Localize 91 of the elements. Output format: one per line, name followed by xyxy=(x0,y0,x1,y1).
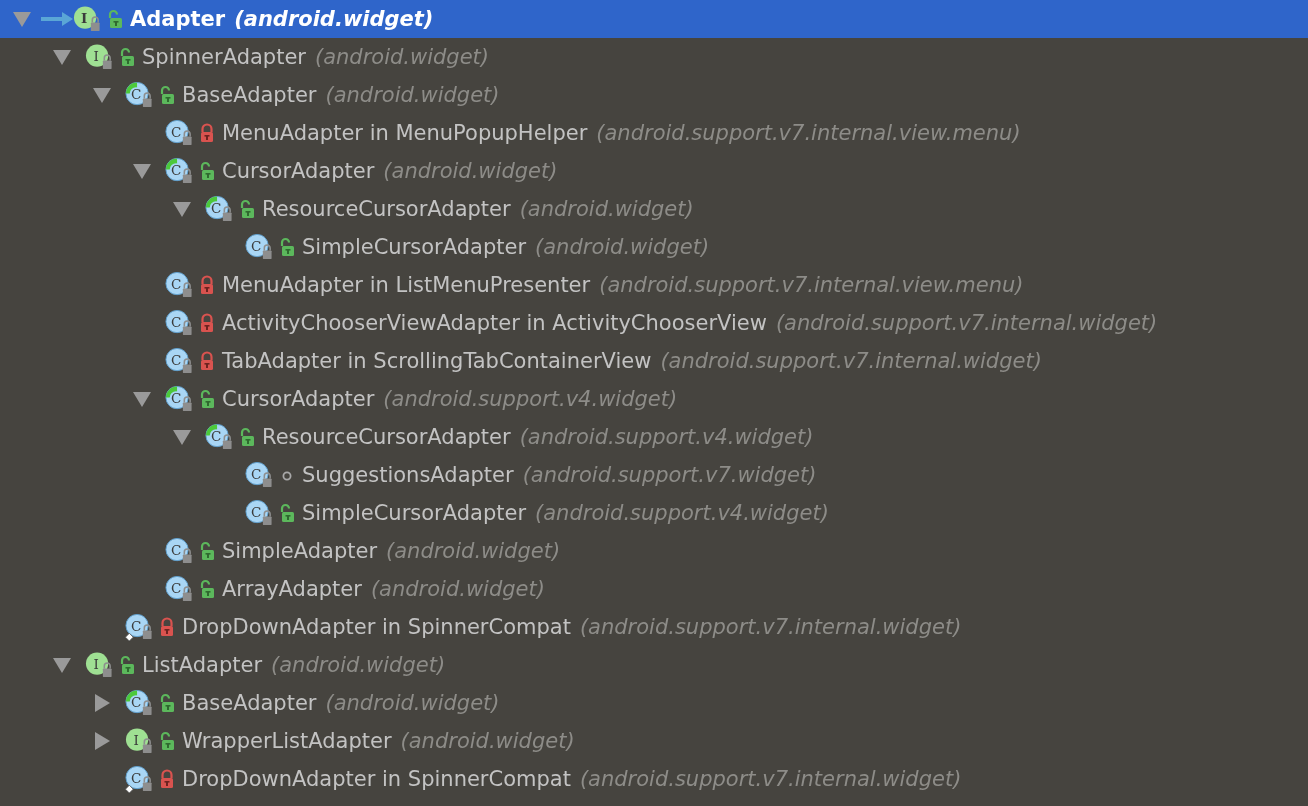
class-name: CursorAdapter xyxy=(222,159,375,183)
class-name: BaseAdapter xyxy=(182,83,317,107)
package-name: (android.widget) xyxy=(325,691,500,715)
package-name: (android.support.v7.internal.view.menu) xyxy=(596,121,1021,145)
unlocked-icon xyxy=(158,693,176,713)
lock-icon xyxy=(158,769,176,789)
package-name: (android.widget) xyxy=(535,235,710,259)
class-name: ResourceCursorAdapter xyxy=(262,197,511,221)
package-name: (android.support.v7.internal.widget) xyxy=(579,767,962,791)
tree-row[interactable]: I SpinnerAdapter (android.widget) xyxy=(0,38,1308,76)
class-name: ListAdapter xyxy=(142,653,263,677)
tree-row[interactable]: C BaseAdapter (android.widget) xyxy=(0,76,1308,114)
unlocked-icon xyxy=(198,541,216,561)
package-name: (android.widget) xyxy=(519,197,694,221)
tree-row[interactable]: C ArrayAdapter (android.widget) xyxy=(0,570,1308,608)
class-name: Adapter xyxy=(130,7,226,31)
class-name: CursorAdapter xyxy=(222,387,375,411)
package-name: (android.widget) xyxy=(386,539,561,563)
unlocked-icon xyxy=(118,655,136,675)
tree-row[interactable]: C SimpleCursorAdapter (android.support.v4.widget) xyxy=(0,494,1308,532)
class-name: DropDownAdapter in SpinnerCompat xyxy=(182,615,571,639)
tree-row[interactable]: C SimpleCursorAdapter (android.widget) xyxy=(0,228,1308,266)
unlocked-icon xyxy=(158,731,176,751)
unlocked-icon xyxy=(158,85,176,105)
tree-row[interactable]: C TabAdapter in ScrollingTabContainerView (android.support.v7.internal.widget) xyxy=(0,342,1308,380)
class-name: ResourceCursorAdapter xyxy=(262,425,511,449)
tree-row[interactable]: C CursorAdapter (android.widget) xyxy=(0,152,1308,190)
tree-row[interactable]: C MenuAdapter in ListMenuPresenter (android.support.v7.internal.view.menu) xyxy=(0,266,1308,304)
package-name: (android.support.v4.widget) xyxy=(535,501,829,525)
unlocked-icon xyxy=(238,199,256,219)
collapse-triangle-icon[interactable] xyxy=(131,389,153,409)
collapse-triangle-icon[interactable] xyxy=(51,47,73,67)
class-name: SuggestionsAdapter xyxy=(302,463,514,487)
tree-row[interactable]: C MenuAdapter in MenuPopupHelper (android.support.v7.internal.view.menu) xyxy=(0,114,1308,152)
class-name: SimpleAdapter xyxy=(222,539,378,563)
tree-row[interactable]: I WrapperListAdapter (android.widget) xyxy=(0,722,1308,760)
package-name: (android.support.v7.internal.view.menu) xyxy=(599,273,1024,297)
lock-icon xyxy=(198,313,216,333)
unlocked-icon xyxy=(238,427,256,447)
class-name: TabAdapter in ScrollingTabContainerView xyxy=(222,349,652,373)
package-name: (android.widget) xyxy=(271,653,446,677)
class-name: MenuAdapter in ListMenuPresenter xyxy=(222,273,591,297)
package-name: (android.support.v7.widget) xyxy=(522,463,817,487)
tree-row[interactable]: I Adapter (android.widget) xyxy=(0,0,1308,38)
collapse-triangle-icon[interactable] xyxy=(91,85,113,105)
unlocked-icon xyxy=(198,161,216,181)
package-name: (android.widget) xyxy=(370,577,545,601)
tree-row[interactable]: C BaseAdapter (android.widget) xyxy=(0,684,1308,722)
unlocked-icon xyxy=(106,9,124,29)
class-name: ActivityChooserViewAdapter in ActivityChooserView xyxy=(222,311,767,335)
lock-icon xyxy=(198,351,216,371)
lock-icon xyxy=(158,617,176,637)
unlocked-icon xyxy=(278,237,296,257)
package-name: (android.support.v4.widget) xyxy=(383,387,678,411)
package-name: (android.widget) xyxy=(315,45,490,69)
tree-row[interactable]: I ListAdapter (android.widget) xyxy=(0,646,1308,684)
class-name: SimpleCursorAdapter xyxy=(302,501,527,525)
package-name: (android.widget) xyxy=(325,83,500,107)
package-name: (android.support.v7.internal.widget) xyxy=(660,349,1042,373)
collapse-triangle-icon[interactable] xyxy=(51,655,73,675)
package-name: (android.support.v7.internal.widget) xyxy=(579,615,962,639)
class-name: SimpleCursorAdapter xyxy=(302,235,527,259)
collapse-triangle-icon[interactable] xyxy=(171,199,193,219)
class-name: BaseAdapter xyxy=(182,691,317,715)
class-name: ArrayAdapter xyxy=(222,577,362,601)
class-name: WrapperListAdapter xyxy=(182,729,392,753)
tree-row[interactable]: C ResourceCursorAdapter (android.widget) xyxy=(0,190,1308,228)
class-name: SpinnerAdapter xyxy=(142,45,306,69)
tree-row[interactable]: C CursorAdapter (android.support.v4.widget) xyxy=(0,380,1308,418)
collapse-triangle-icon[interactable] xyxy=(171,427,193,447)
unlocked-icon xyxy=(278,503,296,523)
unlocked-icon xyxy=(198,579,216,599)
package-name: (android.widget) xyxy=(234,7,434,31)
tree-row[interactable]: C SimpleAdapter (android.widget) xyxy=(0,532,1308,570)
class-name: DropDownAdapter in SpinnerCompat xyxy=(182,767,571,791)
class-name: MenuAdapter in MenuPopupHelper xyxy=(222,121,588,145)
package-name: (android.support.v4.widget) xyxy=(519,425,814,449)
package-name: (android.support.v7.internal.widget) xyxy=(775,311,1158,335)
collapse-triangle-icon[interactable] xyxy=(11,9,33,29)
unlocked-icon xyxy=(198,389,216,409)
tree-row[interactable]: C DropDownAdapter in SpinnerCompat (android.support.v7.internal.widget) xyxy=(0,608,1308,646)
collapse-triangle-icon[interactable] xyxy=(131,161,153,181)
lock-icon xyxy=(198,123,216,143)
package-name: (android.widget) xyxy=(383,159,558,183)
unlocked-icon xyxy=(118,47,136,67)
tree-row[interactable]: C ActivityChooserViewAdapter in ActivityChooserView (android.support.v7.internal.widget) xyxy=(0,304,1308,342)
tree-row[interactable]: C DropDownAdapter in SpinnerCompat (android.support.v7.internal.widget) xyxy=(0,760,1308,798)
lock-icon xyxy=(198,275,216,295)
tree-row[interactable]: C ResourceCursorAdapter (android.support.v4.widget) xyxy=(0,418,1308,456)
package-name: (android.widget) xyxy=(400,729,575,753)
tree-row[interactable]: C SuggestionsAdapter (android.support.v7.widget) xyxy=(0,456,1308,494)
